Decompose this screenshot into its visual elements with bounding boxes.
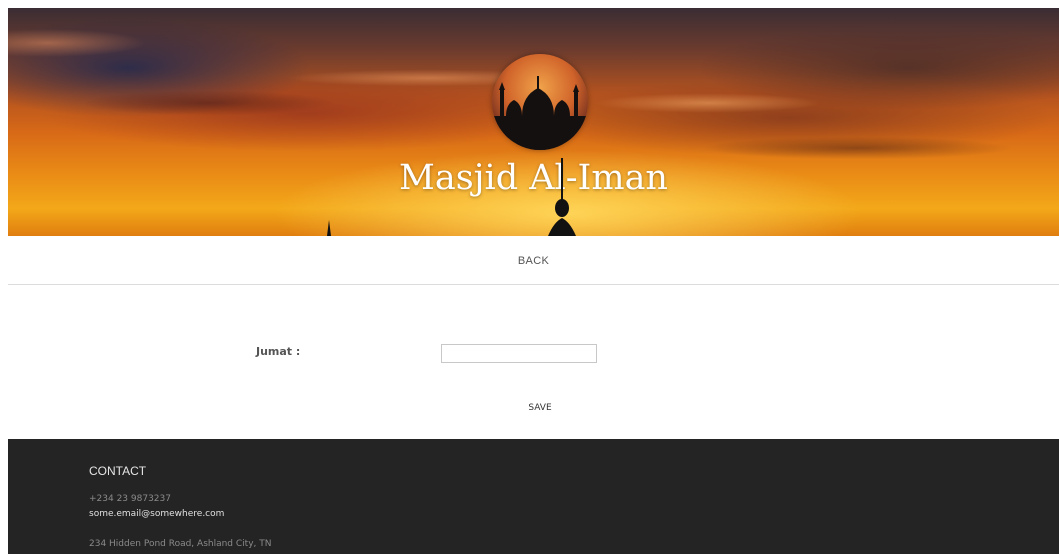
jumat-input[interactable] bbox=[441, 344, 597, 363]
back-link[interactable]: BACK bbox=[8, 255, 1059, 267]
footer-phone: +234 23 9873237 bbox=[89, 494, 171, 504]
footer: CONTACT +234 23 9873237 some.email@somew… bbox=[8, 439, 1059, 554]
page: Masjid Al-Iman BACK Jumat : SAVE CONTACT… bbox=[0, 0, 1059, 554]
footer-contact-heading: CONTACT bbox=[89, 464, 147, 478]
top-nav: BACK bbox=[8, 236, 1059, 285]
jumat-label: Jumat : bbox=[256, 345, 301, 358]
footer-address: 234 Hidden Pond Road, Ashland City, TN bbox=[89, 539, 272, 549]
hero-banner: Masjid Al-Iman bbox=[8, 8, 1059, 236]
footer-email-link[interactable]: some.email@somewhere.com bbox=[89, 509, 224, 519]
save-button[interactable]: SAVE bbox=[518, 400, 562, 416]
minaret-silhouette-icon bbox=[327, 158, 576, 236]
